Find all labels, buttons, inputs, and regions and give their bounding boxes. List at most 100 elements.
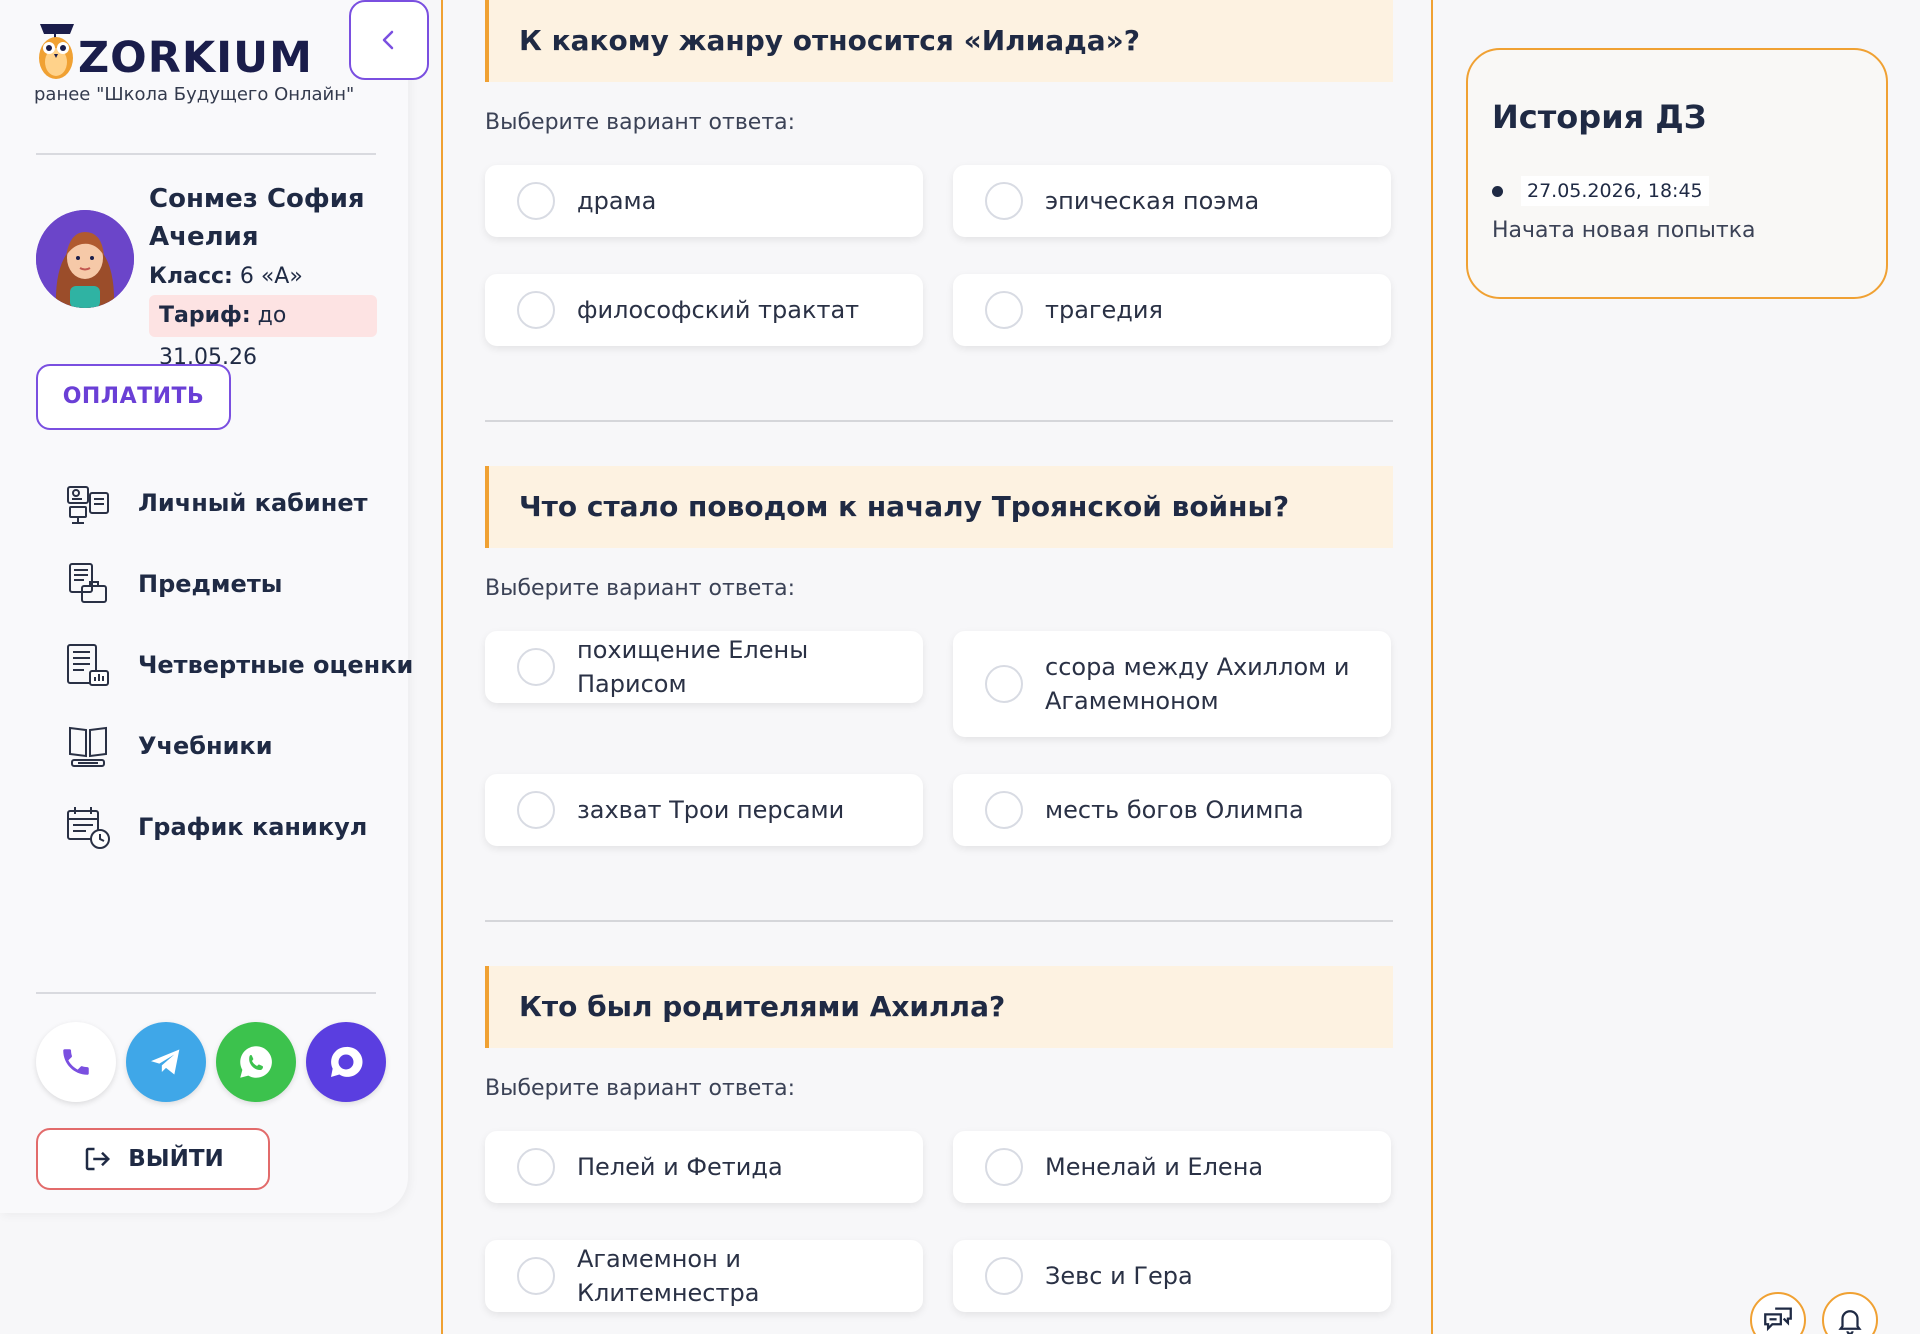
collapse-sidebar-button[interactable]	[349, 0, 429, 80]
answer-option[interactable]: Пелей и Фетида	[485, 1131, 923, 1203]
support-chat-button[interactable]	[1750, 1292, 1806, 1334]
question-instruction: Выберите вариант ответа:	[485, 1076, 796, 1101]
history-entry: 27.05.2026, 18:45	[1492, 176, 1709, 206]
divider	[36, 992, 376, 994]
question-title: Что стало поводом к началу Троянской вой…	[485, 466, 1393, 548]
sidebar-item-label: Личный кабинет	[138, 488, 368, 517]
sidebar-item-grades[interactable]: Четвертные оценки	[64, 624, 413, 705]
answer-label: Пелей и Фетида	[577, 1153, 783, 1181]
avatar-image	[36, 210, 134, 308]
notifications-button[interactable]	[1822, 1292, 1878, 1334]
radio-button[interactable]	[517, 182, 555, 220]
question-title: К какому жанру относится «Илиада»?	[485, 0, 1393, 82]
question-instruction: Выберите вариант ответа:	[485, 576, 796, 601]
phone-button[interactable]	[36, 1022, 116, 1102]
sidebar-item-textbooks[interactable]: Учебники	[64, 705, 413, 786]
question-divider	[485, 420, 1393, 422]
support-chat-icon	[1764, 1307, 1792, 1332]
answer-option[interactable]: философский трактат	[485, 274, 923, 346]
logout-icon	[85, 1147, 111, 1171]
answer-option[interactable]: трагедия	[953, 274, 1391, 346]
answer-option[interactable]: эпическая поэма	[953, 165, 1391, 237]
radio-button[interactable]	[517, 648, 555, 686]
radio-button[interactable]	[985, 1148, 1023, 1186]
sidebar-item-label: Учебники	[138, 731, 273, 760]
chevron-left-icon	[382, 30, 394, 50]
radio-button[interactable]	[517, 791, 555, 829]
logout-label: ВЫЙТИ	[128, 1146, 224, 1172]
book-icon	[69, 726, 107, 767]
answer-option[interactable]: похищение Елены Парисом	[485, 631, 923, 703]
homework-panel: К какому жанру относится «Илиада»? Выбер…	[441, 0, 1433, 1334]
telegram-icon	[151, 1049, 180, 1075]
whatsapp-icon	[240, 1046, 272, 1078]
answer-label: ссора между Ахиллом и Агамемноном	[1045, 653, 1350, 715]
tariff-badge: Тариф: до 31.05.26	[149, 295, 377, 370]
brand-name: ZORKIUM	[78, 33, 313, 83]
radio-button[interactable]	[985, 291, 1023, 329]
chat-button[interactable]	[306, 1022, 386, 1102]
radio-button[interactable]	[985, 182, 1023, 220]
sidebar: ZORKIUM ранее "Школа Будущего Онлайн" Со…	[0, 0, 413, 1213]
answer-label: месть богов Олимпа	[1045, 796, 1304, 824]
answer-option[interactable]: драма	[485, 165, 923, 237]
answer-option[interactable]: захват Трои персами	[485, 774, 923, 846]
tariff-label: Тариф:	[159, 303, 251, 328]
answer-label: похищение Елены Парисом	[577, 636, 809, 698]
answer-label: драма	[577, 187, 657, 215]
radio-button[interactable]	[985, 1257, 1023, 1295]
radio-button[interactable]	[985, 665, 1023, 703]
brand-subtitle: ранее "Школа Будущего Онлайн"	[34, 84, 355, 105]
answer-label: философский трактат	[577, 296, 860, 324]
question-instruction: Выберите вариант ответа:	[485, 110, 796, 135]
divider	[36, 153, 376, 155]
dashboard-icon	[67, 485, 109, 524]
avatar[interactable]	[36, 210, 134, 308]
question-title: Кто был родителями Ахилла?	[485, 966, 1393, 1048]
question-2: Что стало поводом к началу Троянской вой…	[485, 466, 1393, 601]
answer-label: захват Трои персами	[577, 796, 845, 824]
answer-label: трагедия	[1045, 296, 1163, 324]
answer-label: Агамемнон и Клитемнестра	[577, 1245, 760, 1307]
answer-label: эпическая поэма	[1045, 187, 1260, 215]
sidebar-item-holidays[interactable]: График каникул	[64, 786, 413, 867]
answer-option[interactable]: месть богов Олимпа	[953, 774, 1391, 846]
user-class: Класс: 6 «А»	[149, 264, 303, 289]
phone-icon	[63, 1049, 89, 1075]
subjects-icon	[69, 562, 107, 603]
sidebar-item-label: Предметы	[138, 569, 283, 598]
radio-button[interactable]	[985, 791, 1023, 829]
sidebar-item-label: Четвертные оценки	[138, 650, 414, 679]
sidebar-item-label: График каникул	[138, 812, 368, 841]
answer-label: Зевс и Гера	[1045, 1262, 1193, 1290]
bullet-dot	[1492, 185, 1503, 197]
homework-history-card: История ДЗ 27.05.2026, 18:45 Начата нова…	[1466, 48, 1888, 299]
question-1: К какому жанру относится «Илиада»? Выбер…	[485, 0, 1393, 135]
calendar-icon	[67, 806, 110, 849]
logout-button[interactable]: ВЫЙТИ	[36, 1128, 270, 1190]
bell-icon	[1838, 1310, 1862, 1334]
answer-option[interactable]: Агамемнон и Клитемнестра	[485, 1240, 923, 1312]
contact-buttons	[36, 1022, 386, 1102]
answer-option[interactable]: Менелай и Елена	[953, 1131, 1391, 1203]
radio-button[interactable]	[517, 1257, 555, 1295]
sidebar-item-dashboard[interactable]: Личный кабинет	[64, 462, 413, 543]
class-label: Класс:	[149, 264, 233, 289]
answer-label: Менелай и Елена	[1045, 1153, 1264, 1181]
sidebar-nav: Личный кабинет Предметы Четвертные оценк…	[64, 462, 413, 867]
answer-option[interactable]: Зевс и Гера	[953, 1240, 1391, 1312]
history-title: История ДЗ	[1492, 98, 1707, 136]
class-value: 6 «А»	[239, 264, 303, 289]
radio-button[interactable]	[517, 291, 555, 329]
grades-icon	[67, 643, 109, 686]
history-date: 27.05.2026, 18:45	[1521, 176, 1709, 206]
sidebar-item-subjects[interactable]: Предметы	[64, 543, 413, 624]
whatsapp-button[interactable]	[216, 1022, 296, 1102]
radio-button[interactable]	[517, 1148, 555, 1186]
telegram-button[interactable]	[126, 1022, 206, 1102]
pay-button[interactable]: ОПЛАТИТЬ	[36, 364, 231, 430]
owl-logo-icon	[39, 24, 74, 79]
chat-bubble-icon	[331, 1046, 363, 1077]
answer-option[interactable]: ссора между Ахиллом и Агамемноном	[953, 631, 1391, 737]
logo[interactable]: ZORKIUM	[34, 12, 313, 82]
